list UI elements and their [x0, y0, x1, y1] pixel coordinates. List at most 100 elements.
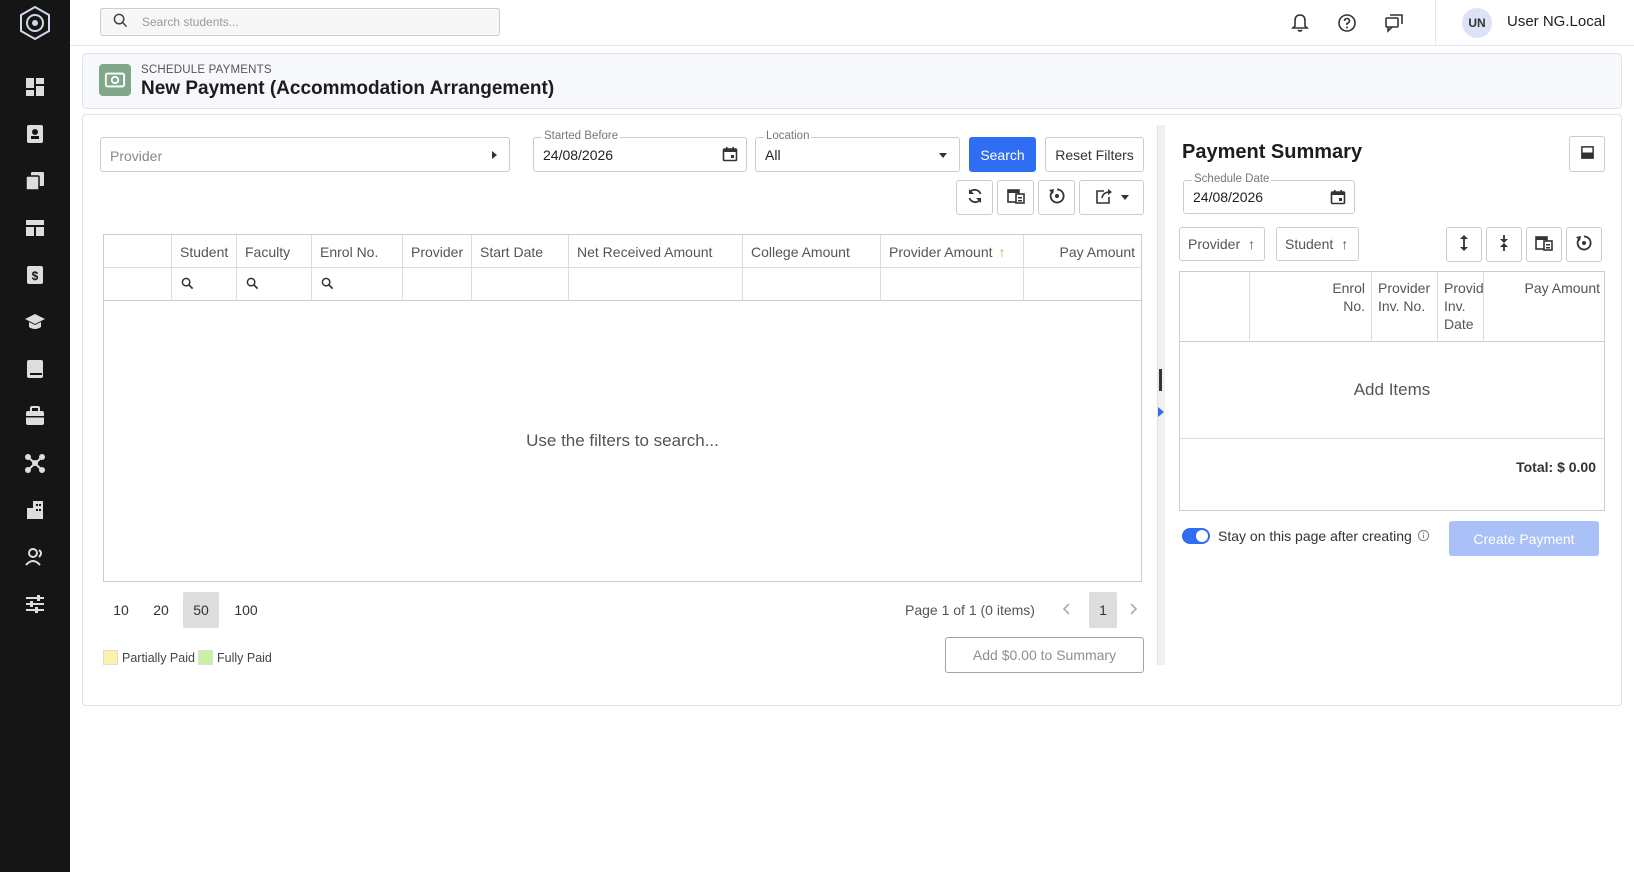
- location-value: All: [765, 147, 781, 163]
- chevron-down-icon: [939, 153, 947, 158]
- reset-filters-button[interactable]: Reset Filters: [1045, 137, 1144, 172]
- nav-payments[interactable]: $: [0, 256, 70, 296]
- export-menu-button[interactable]: [1079, 180, 1144, 215]
- reset-icon: [1048, 187, 1066, 208]
- nav-layout[interactable]: [0, 209, 70, 249]
- add-to-summary-button[interactable]: Add $0.00 to Summary: [945, 637, 1144, 673]
- nav-network[interactable]: [0, 444, 70, 484]
- column-header-start-date[interactable]: Start Date: [472, 235, 569, 268]
- filter-start-date[interactable]: [472, 268, 569, 301]
- search-input[interactable]: [142, 15, 482, 29]
- filter-cell-empty: [104, 268, 172, 301]
- page-number-current[interactable]: 1: [1089, 592, 1117, 628]
- summary-column-pay-amount[interactable]: Pay Amount: [1484, 272, 1606, 342]
- summary-select-header[interactable]: [1180, 272, 1250, 342]
- notifications-bell-icon[interactable]: [1289, 12, 1311, 34]
- reset-layout-button[interactable]: [1038, 180, 1075, 215]
- collapse-all-button[interactable]: [1486, 227, 1522, 262]
- select-column-header[interactable]: [104, 235, 172, 268]
- add-items-placeholder: Add Items: [1180, 342, 1604, 439]
- calendar-icon[interactable]: [722, 146, 738, 165]
- calendar-icon[interactable]: [1330, 189, 1346, 208]
- filter-college-amount[interactable]: [743, 268, 881, 301]
- search-button[interactable]: Search: [969, 137, 1036, 172]
- filter-provider-amount[interactable]: [881, 268, 1024, 301]
- group-chip-provider[interactable]: Provider ↑: [1179, 227, 1265, 261]
- search-icon: [312, 277, 334, 293]
- user-name[interactable]: User NG.Local: [1507, 13, 1605, 30]
- panel-splitter[interactable]: [1157, 125, 1165, 665]
- refresh-button[interactable]: [956, 180, 993, 215]
- column-header-college-amount[interactable]: College Amount: [743, 235, 881, 268]
- summary-column-enrol-no[interactable]: Enrol No.: [1250, 272, 1372, 342]
- nav-jobs[interactable]: [0, 397, 70, 437]
- legend-swatch: [103, 650, 118, 665]
- page-size-100[interactable]: 100: [223, 592, 269, 628]
- chip-label: Student: [1285, 236, 1334, 252]
- column-header-net-received-amount[interactable]: Net Received Amount: [569, 235, 743, 268]
- summary-reset-layout-button[interactable]: [1566, 227, 1602, 262]
- global-search[interactable]: [100, 8, 500, 36]
- started-before-field[interactable]: Started Before 24/08/2026: [533, 130, 747, 172]
- filter-net-received[interactable]: [569, 268, 743, 301]
- stay-on-page-toggle[interactable]: [1182, 528, 1210, 544]
- chat-icon[interactable]: [1383, 12, 1405, 34]
- info-icon[interactable]: [1417, 529, 1431, 543]
- nav-contacts[interactable]: [0, 115, 70, 155]
- nav-settings[interactable]: [0, 585, 70, 625]
- nav-documents[interactable]: [0, 162, 70, 202]
- schedule-date-field[interactable]: Schedule Date 24/08/2026: [1183, 173, 1355, 214]
- sort-ascending-icon: ↑: [1341, 236, 1349, 252]
- prev-page-button[interactable]: [1053, 592, 1081, 628]
- column-label: College Amount: [751, 243, 850, 260]
- filter-provider[interactable]: [403, 268, 472, 301]
- column-header-provider-amount[interactable]: Provider Amount ↑: [881, 235, 1024, 268]
- legend-fully-paid: Fully Paid: [198, 650, 272, 665]
- search-icon: [101, 13, 128, 31]
- column-header-faculty[interactable]: Faculty: [237, 235, 312, 268]
- provider-select[interactable]: Provider: [100, 137, 510, 172]
- nav-courses[interactable]: [0, 350, 70, 390]
- grid-header-row: Student Faculty Enrol No. Provider Start…: [104, 235, 1141, 268]
- help-icon[interactable]: [1336, 12, 1358, 34]
- payment-summary-title: Payment Summary: [1182, 141, 1363, 163]
- next-page-button[interactable]: [1119, 592, 1147, 628]
- summary-column-provider-inv-date[interactable]: Provider Inv. Date: [1438, 272, 1484, 342]
- app-logo-icon[interactable]: [17, 5, 53, 41]
- column-label: Provider Amount: [889, 243, 993, 260]
- filter-faculty[interactable]: [237, 268, 312, 301]
- grid-filter-row: [104, 268, 1141, 301]
- filter-enrol-no[interactable]: [312, 268, 403, 301]
- nav-education[interactable]: [0, 303, 70, 343]
- page-scrollbar[interactable]: [1622, 46, 1634, 872]
- schedule-date-label: Schedule Date: [1192, 173, 1272, 185]
- page-title: New Payment (Accommodation Arrangement): [141, 78, 555, 99]
- nav-users[interactable]: [0, 538, 70, 578]
- filter-pay-amount[interactable]: [1024, 268, 1143, 301]
- page-size-20[interactable]: 20: [143, 592, 179, 628]
- column-chooser-button[interactable]: [997, 180, 1034, 215]
- page-size-10[interactable]: 10: [103, 592, 139, 628]
- search-icon: [237, 277, 259, 293]
- create-payment-button[interactable]: Create Payment: [1449, 521, 1599, 556]
- group-chip-student[interactable]: Student ↑: [1276, 227, 1359, 261]
- column-header-provider[interactable]: Provider: [403, 235, 472, 268]
- summary-column-provider-inv-no[interactable]: Provider Inv. No.: [1372, 272, 1438, 342]
- column-header-enrol-no[interactable]: Enrol No.: [312, 235, 403, 268]
- minimize-panel-button[interactable]: [1569, 136, 1605, 172]
- filter-student[interactable]: [172, 268, 237, 301]
- column-label: Net Received Amount: [577, 243, 713, 260]
- expand-all-button[interactable]: [1446, 227, 1482, 262]
- started-before-value: 24/08/2026: [543, 147, 614, 163]
- location-select[interactable]: Location All: [755, 130, 960, 172]
- column-label: Enrol No.: [320, 243, 379, 260]
- summary-column-chooser-button[interactable]: [1526, 227, 1562, 262]
- collapse-arrow-icon[interactable]: [1158, 407, 1164, 417]
- nav-dashboard[interactable]: [0, 68, 70, 108]
- splitter-grip[interactable]: [1159, 369, 1162, 391]
- page-size-50[interactable]: 50: [183, 592, 219, 628]
- column-header-student[interactable]: Student: [172, 235, 237, 268]
- column-header-pay-amount[interactable]: Pay Amount: [1024, 235, 1143, 268]
- avatar[interactable]: UN: [1462, 8, 1492, 38]
- nav-buildings[interactable]: [0, 491, 70, 531]
